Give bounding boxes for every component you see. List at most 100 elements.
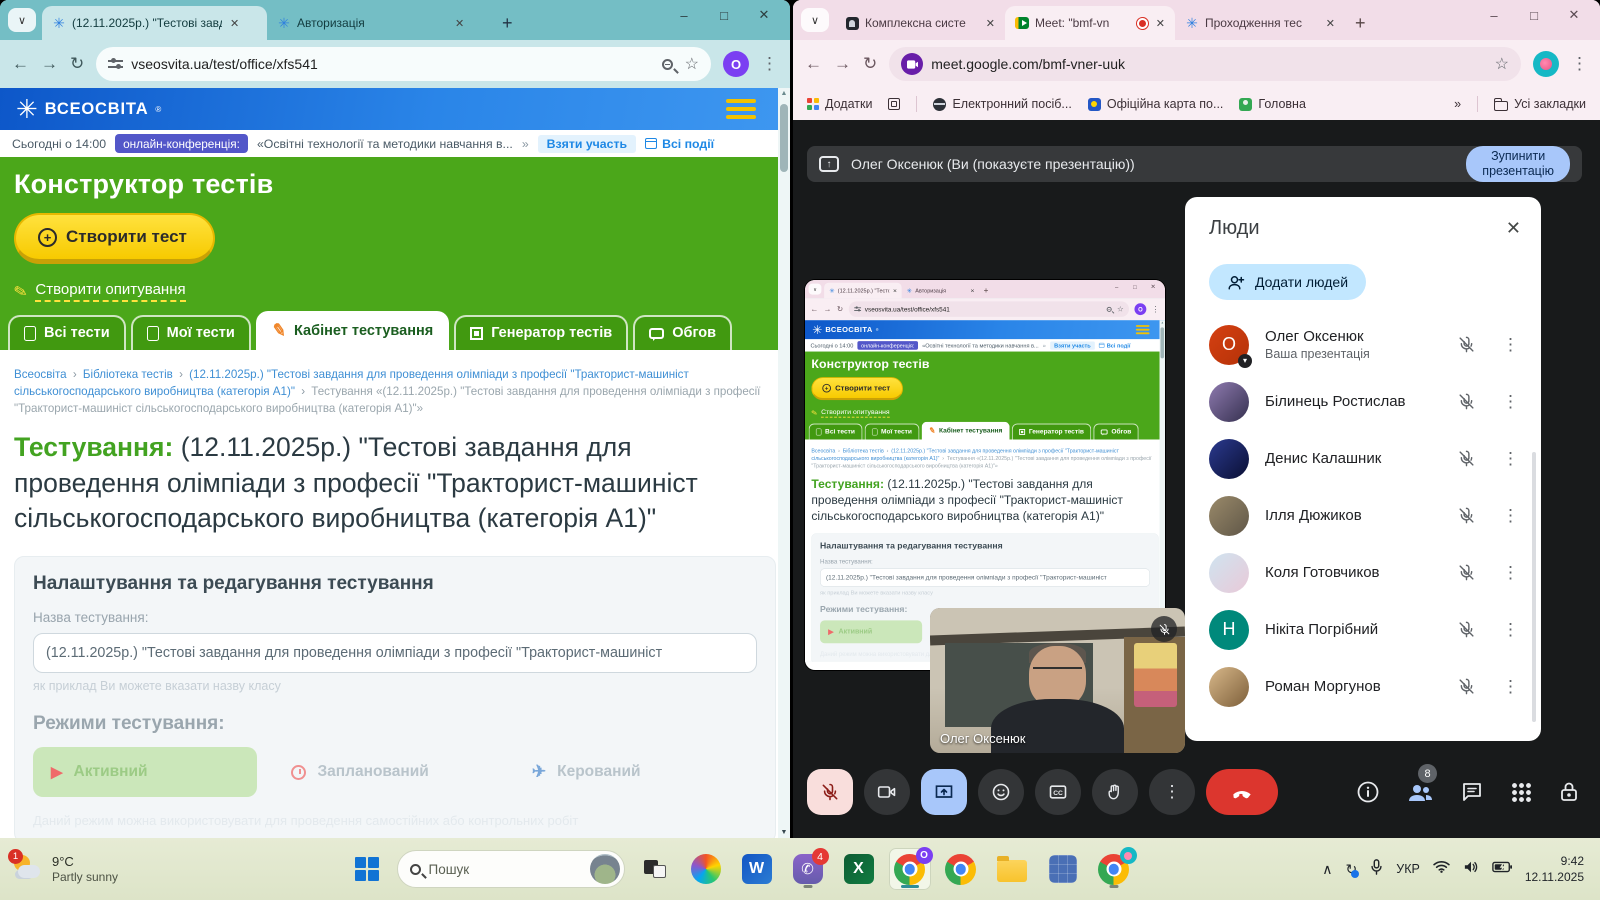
mic-muted-icon[interactable] [1457, 392, 1476, 411]
minimize-button[interactable]: – [1474, 0, 1514, 30]
chat-button[interactable] [1460, 780, 1484, 804]
browser-menu-icon[interactable]: ⋮ [1571, 54, 1588, 74]
mode-managed[interactable]: ✈ Керований [514, 747, 738, 797]
hamburger-menu-icon[interactable] [726, 99, 756, 119]
tab-complex-system[interactable]: Комплексна систе ✕ [835, 6, 1005, 40]
tab-authorization[interactable]: ✳ Авторизація ✕ [267, 6, 492, 40]
tab-my-tests[interactable]: Мої тести [131, 315, 251, 350]
tab-search-button[interactable]: ∨ [801, 8, 829, 32]
create-test-button[interactable]: + Створити тест [14, 213, 215, 264]
mic-muted-icon[interactable] [1457, 563, 1476, 582]
create-poll-link[interactable]: ✎ Створити опитування [14, 281, 776, 302]
bookmarks-overflow-icon[interactable]: » [1454, 97, 1461, 111]
hidden-icons-chevron[interactable]: ∧ [1322, 861, 1332, 878]
calculator-button[interactable] [1042, 848, 1084, 890]
close-tab-icon[interactable]: ✕ [1324, 15, 1337, 32]
add-people-button[interactable]: Додати людей [1209, 264, 1366, 300]
bookmark-home[interactable]: Головна [1239, 97, 1306, 111]
camera-button[interactable] [864, 769, 910, 815]
zoom-out-icon[interactable] [662, 59, 673, 70]
scroll-down-icon[interactable]: ▼ [778, 829, 790, 836]
participant-menu-icon[interactable]: ⋮ [1502, 449, 1519, 469]
new-tab-button[interactable]: + [492, 13, 523, 40]
meeting-details-button[interactable] [1356, 780, 1380, 804]
stop-presentation-button[interactable]: Зупинитипрезентацію [1466, 146, 1570, 182]
tab-search-button[interactable]: ∨ [8, 8, 36, 32]
present-screen-button[interactable] [921, 769, 967, 815]
close-tab-icon[interactable]: ✕ [453, 15, 466, 32]
participant-menu-icon[interactable]: ⋮ [1502, 335, 1519, 355]
maximize-button[interactable]: □ [1514, 0, 1554, 30]
site-settings-icon[interactable] [108, 58, 123, 70]
back-button[interactable]: ← [805, 54, 822, 74]
mic-muted-icon[interactable] [1457, 620, 1476, 639]
event-title[interactable]: «Освітні технології та методики навчання… [257, 137, 513, 151]
viber-button[interactable]: ✆ 4 [787, 848, 829, 890]
tab-discussion[interactable]: Обгов [633, 315, 732, 350]
wifi-icon[interactable] [1433, 860, 1450, 878]
reactions-button[interactable] [978, 769, 1024, 815]
forward-button[interactable]: → [41, 54, 58, 74]
self-view-video[interactable]: Олег Оксенюк [930, 608, 1185, 753]
browser-menu-icon[interactable]: ⋮ [761, 54, 778, 74]
test-name-input[interactable]: (12.11.2025р.) "Тестові завдання для про… [33, 633, 757, 673]
mic-muted-icon[interactable] [1457, 677, 1476, 696]
forward-button[interactable]: → [834, 54, 851, 74]
close-panel-icon[interactable]: ✕ [1506, 218, 1521, 239]
new-tab-button[interactable]: + [1345, 13, 1376, 40]
mic-muted-icon[interactable] [1457, 449, 1476, 468]
camera-permission-icon[interactable] [901, 53, 923, 75]
close-button[interactable]: ✕ [1554, 0, 1594, 30]
recording-indicator-icon[interactable] [1137, 18, 1148, 29]
vseosvita-logo[interactable]: ✳ ВСЕОСВІТА ® [16, 96, 161, 122]
participant-menu-icon[interactable]: ⋮ [1502, 506, 1519, 526]
language-indicator[interactable]: УКР [1396, 862, 1420, 876]
weather-widget[interactable]: 1 9°C Partly sunny [10, 854, 220, 884]
tab-test-passing[interactable]: ✳ Проходження тес ✕ [1175, 6, 1345, 40]
bookmark-star-icon[interactable]: ☆ [685, 54, 699, 74]
tab-testing-cabinet[interactable]: ✎ Кабінет тестування [256, 311, 449, 350]
minimize-button[interactable]: – [664, 0, 704, 30]
bookmark-apps[interactable]: Додатки [807, 97, 872, 111]
clock[interactable]: 9:42 12.11.2025 [1525, 853, 1584, 885]
close-tab-icon[interactable]: ✕ [1154, 15, 1167, 32]
mode-scheduled[interactable]: Запланований [273, 747, 497, 797]
sync-icon[interactable]: ↻ [1346, 861, 1358, 878]
scrollbar-thumb[interactable] [780, 104, 788, 172]
file-explorer-button[interactable] [991, 848, 1033, 890]
host-controls-button[interactable] [1558, 780, 1580, 804]
refresh-button[interactable]: ↻ [863, 54, 877, 74]
battery-icon[interactable] [1492, 860, 1512, 878]
leave-call-button[interactable] [1206, 769, 1278, 815]
more-options-button[interactable]: ⋮ [1149, 769, 1195, 815]
breadcrumb-link[interactable]: Всеосвіта [14, 368, 67, 381]
panel-scrollbar[interactable] [1532, 452, 1536, 722]
microphone-tray-icon[interactable] [1370, 859, 1383, 880]
chrome-button[interactable] [940, 848, 982, 890]
page-scrollbar[interactable]: ▲ ▼ [778, 88, 790, 838]
bookmark-map[interactable]: Офіційна карта по... [1088, 97, 1224, 111]
mic-muted-button[interactable] [807, 769, 853, 815]
breadcrumb-link[interactable]: Бібліотека тестів [83, 368, 173, 381]
tab-test-generator[interactable]: Генератор тестів [454, 315, 628, 350]
back-button[interactable]: ← [12, 54, 29, 74]
refresh-button[interactable]: ↻ [70, 54, 84, 74]
excel-button[interactable]: X [838, 848, 880, 890]
all-bookmarks[interactable]: Усі закладки [1494, 97, 1586, 111]
close-tab-icon[interactable]: ✕ [228, 15, 241, 32]
mic-muted-icon[interactable] [1457, 335, 1476, 354]
volume-icon[interactable] [1463, 860, 1479, 879]
participant-menu-icon[interactable]: ⋮ [1502, 563, 1519, 583]
participant-menu-icon[interactable]: ⋮ [1502, 677, 1519, 697]
address-bar[interactable]: vseosvita.ua/test/office/xfs541 ☆ [96, 47, 711, 81]
mic-muted-icon[interactable] [1457, 506, 1476, 525]
chrome-profile-2-button[interactable] [1093, 848, 1135, 890]
bookmark-star-icon[interactable]: ☆ [1495, 54, 1509, 74]
tab-meet[interactable]: Meet: "bmf-vn ✕ [1005, 6, 1175, 40]
mode-active[interactable]: ▶ Активний [33, 747, 257, 797]
task-view-button[interactable] [634, 848, 676, 890]
maximize-button[interactable]: □ [704, 0, 744, 30]
participant-menu-icon[interactable]: ⋮ [1502, 392, 1519, 412]
people-button[interactable]: 8 [1407, 780, 1433, 804]
participant-menu-icon[interactable]: ⋮ [1502, 620, 1519, 640]
